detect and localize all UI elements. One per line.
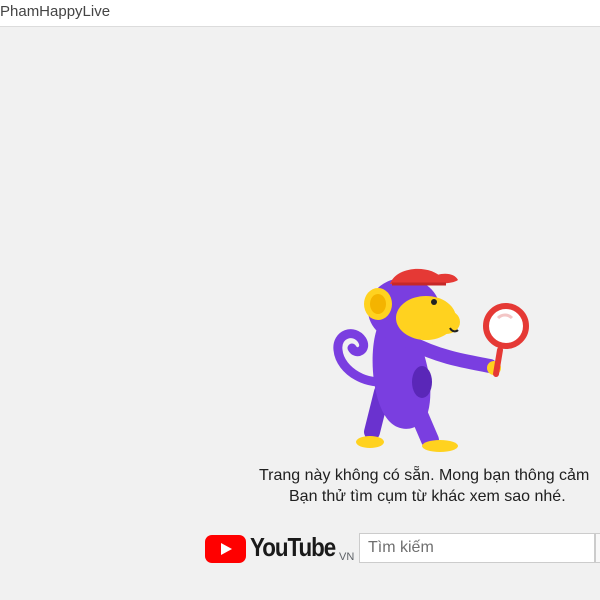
search-input[interactable] — [359, 533, 595, 563]
search-button[interactable] — [595, 533, 600, 563]
title-bar: PhamHappyLive — [0, 0, 600, 27]
suggestion-message: Bạn thử tìm cụm từ khác xem sao nhé. — [289, 488, 566, 505]
youtube-wordmark: YouTube — [250, 532, 336, 562]
youtube-play-icon — [205, 535, 246, 563]
unavailable-message: Trang này không có sẵn. Mong bạn thông c… — [259, 467, 590, 484]
youtube-logo[interactable]: YouTube VN — [205, 532, 355, 566]
browser-window: PhamHappyLive Trang này không có sẵn. Mo… — [0, 0, 600, 600]
monkey-illustration — [333, 268, 529, 452]
window-title: PhamHappyLive — [0, 3, 111, 20]
country-code: VN — [339, 551, 355, 563]
